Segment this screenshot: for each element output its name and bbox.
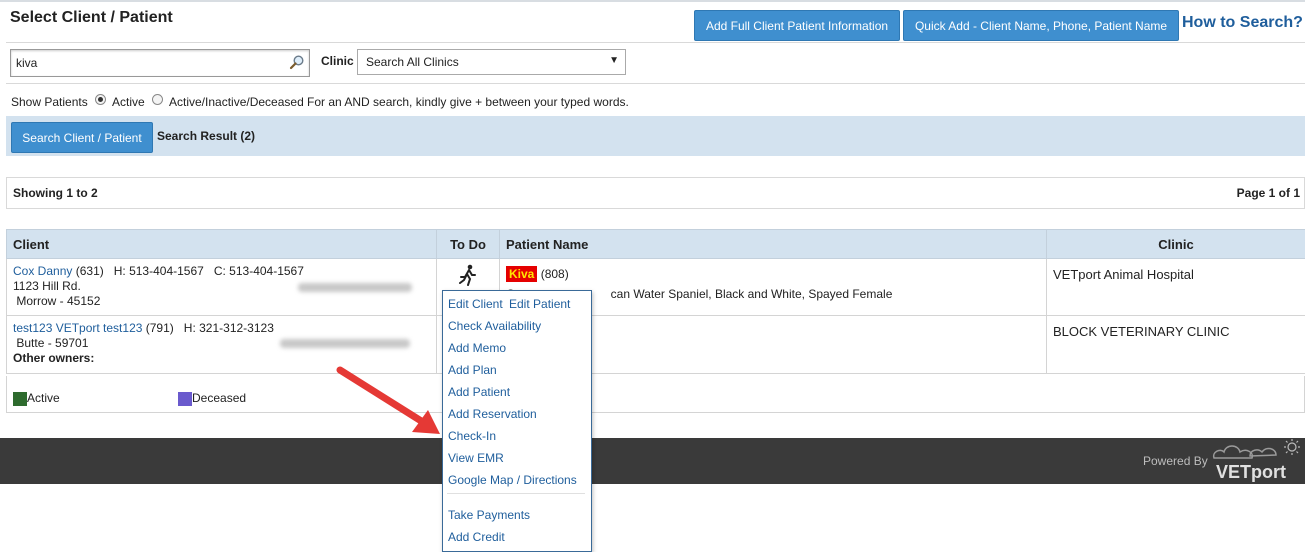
radio-all-label: Active/Inactive/Deceased — [169, 95, 304, 109]
vetport-logo: VETport — [1216, 462, 1286, 483]
divider — [6, 83, 1305, 84]
page-title: Select Client / Patient — [10, 9, 173, 27]
clinic-label: Clinic — [321, 54, 354, 68]
footer: Powered By VETport — [0, 438, 1305, 484]
menu-item-view-emr[interactable]: View EMR — [448, 451, 504, 465]
search-result-count: Search Result (2) — [157, 129, 255, 143]
patient-description: can Water Spaniel, Black and White, Spay… — [611, 287, 893, 301]
radio-active[interactable] — [95, 94, 106, 105]
menu-item-add-plan[interactable]: Add Plan — [448, 363, 497, 377]
clinic-cell: VETport Animal Hospital — [1047, 259, 1305, 316]
radio-all-statuses[interactable] — [152, 94, 163, 105]
legend-deceased-label: Deceased — [192, 391, 246, 405]
how-to-search-link[interactable]: How to Search? — [1182, 14, 1303, 32]
table-row: test123 VETport test123 (791) H: 321-312… — [7, 316, 1305, 374]
client-id: (791) — [146, 321, 174, 335]
clinic-select-value: Search All Clinics — [366, 55, 459, 69]
cell-phone: C: 513-404-1567 — [214, 264, 304, 278]
show-patients-label: Show Patients — [11, 95, 88, 109]
search-input[interactable] — [16, 52, 286, 74]
deceased-swatch — [178, 392, 192, 406]
patient-id: (808) — [541, 267, 569, 281]
home-phone: H: 321-312-3123 — [184, 321, 274, 335]
running-person-icon[interactable] — [458, 264, 478, 286]
client-link[interactable]: test123 VETport test123 — [13, 321, 142, 335]
menu-separator — [447, 493, 585, 494]
other-owners-label: Other owners: — [13, 351, 94, 365]
powered-by-label: Powered By — [1143, 454, 1208, 468]
legend-deceased: Deceased — [178, 391, 246, 406]
pagination-bar: Showing 1 to 2 Page 1 of 1 — [6, 177, 1305, 209]
add-full-client-button[interactable]: Add Full Client Patient Information — [694, 10, 900, 41]
column-header-client[interactable]: Client — [7, 230, 437, 259]
chevron-down-icon: ▼ — [609, 55, 619, 66]
menu-item-take-payments[interactable]: Take Payments — [448, 508, 530, 522]
cloud-logo-icon — [1210, 438, 1302, 462]
page-indicator: Page 1 of 1 — [1237, 186, 1300, 200]
client-city: Butte - 59701 — [16, 336, 88, 350]
menu-item-edit-patient[interactable]: Edit Patient — [509, 297, 570, 311]
column-header-patient[interactable]: Patient Name — [500, 230, 1047, 259]
search-hint: For an AND search, kindly give + between… — [307, 95, 629, 109]
clinic-cell: BLOCK VETERINARY CLINIC — [1047, 316, 1305, 374]
search-icon[interactable] — [289, 54, 305, 70]
menu-item-add-reservation[interactable]: Add Reservation — [448, 407, 537, 421]
search-input-wrapper — [10, 49, 310, 77]
redacted-email — [280, 339, 410, 348]
menu-item-google-map[interactable]: Google Map / Directions — [448, 473, 577, 487]
client-link[interactable]: Cox Danny — [13, 264, 72, 278]
todo-context-menu: Edit Client Edit Patient Check Availabil… — [442, 290, 592, 552]
radio-active-label: Active — [112, 95, 145, 109]
legend-active-label: Active — [27, 391, 60, 405]
home-phone: H: 513-404-1567 — [114, 264, 204, 278]
clinic-select[interactable]: Search All Clinics ▼ — [357, 49, 626, 75]
search-client-patient-button[interactable]: Search Client / Patient — [11, 122, 153, 153]
results-table: Client To Do Patient Name Clinic Cox Dan… — [6, 229, 1305, 374]
showing-count: Showing 1 to 2 — [13, 186, 98, 200]
column-header-todo: To Do — [437, 230, 500, 259]
column-header-clinic[interactable]: Clinic — [1047, 230, 1305, 259]
status-legend: Active Deceased — [6, 376, 1305, 413]
patient-name-badge[interactable]: Kiva — [506, 266, 537, 282]
legend-active: Active — [13, 391, 60, 406]
menu-item-check-availability[interactable]: Check Availability — [448, 319, 541, 333]
top-divider — [0, 0, 1305, 2]
menu-item-add-patient[interactable]: Add Patient — [448, 385, 510, 399]
quick-add-button[interactable]: Quick Add - Client Name, Phone, Patient … — [903, 10, 1179, 41]
client-address: 1123 Hill Rd. — [13, 279, 81, 293]
menu-item-add-credit[interactable]: Add Credit — [448, 530, 505, 544]
menu-item-edit-client[interactable]: Edit Client — [448, 297, 503, 311]
annotation-arrow — [330, 360, 445, 440]
menu-item-add-memo[interactable]: Add Memo — [448, 341, 506, 355]
divider — [6, 42, 1305, 43]
client-city: Morrow - 45152 — [16, 294, 100, 308]
client-id: (631) — [76, 264, 104, 278]
menu-item-check-in[interactable]: Check-In — [448, 429, 496, 443]
active-swatch — [13, 392, 27, 406]
table-row: Cox Danny (631) H: 513-404-1567 C: 513-4… — [7, 259, 1305, 316]
redacted-email — [298, 283, 412, 292]
